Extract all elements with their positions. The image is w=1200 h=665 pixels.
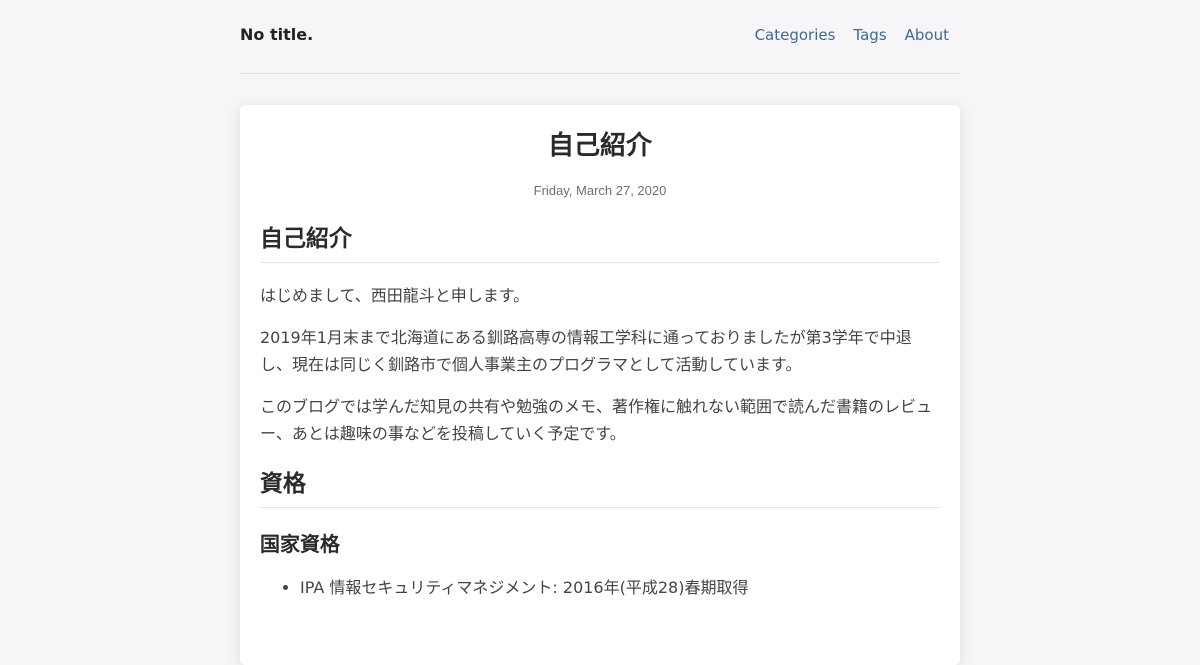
site-nav: Categories Tags About [755,26,949,44]
intro-paragraph-3: このブログでは学んだ知見の共有や勉強のメモ、著作権に触れない範囲で読んだ書籍のレ… [260,397,933,443]
section-heading-intro: 自己紹介 [260,222,940,263]
intro-paragraph-1: はじめまして、西田龍斗と申します。 [260,286,530,305]
nav-link-categories[interactable]: Categories [755,26,836,44]
post-card: 自己紹介 Friday, March 27, 2020 自己紹介 はじめまして、… [240,105,960,665]
site-title-link[interactable]: No title. [240,25,313,44]
section-heading-qualifications: 資格 [260,467,940,508]
nav-link-about[interactable]: About [905,26,949,44]
subsection-heading-national: 国家資格 [260,532,340,556]
site-header: No title. Categories Tags About [240,0,960,74]
national-qualifications-list: IPA 情報セキュリティマネジメント: 2016年(平成28)春期取得 [260,576,940,600]
intro-paragraph-2: 2019年1月末まで北海道にある釧路高専の情報工学科に通っておりましたが第3学年… [260,328,912,374]
post-date: Friday, March 27, 2020 [533,183,667,198]
page-wrapper: No title. Categories Tags About 自己紹介 Fri… [240,0,960,665]
post-title: 自己紹介 [547,131,652,161]
list-item: IPA 情報セキュリティマネジメント: 2016年(平成28)春期取得 [300,576,940,600]
nav-link-tags[interactable]: Tags [853,26,886,44]
